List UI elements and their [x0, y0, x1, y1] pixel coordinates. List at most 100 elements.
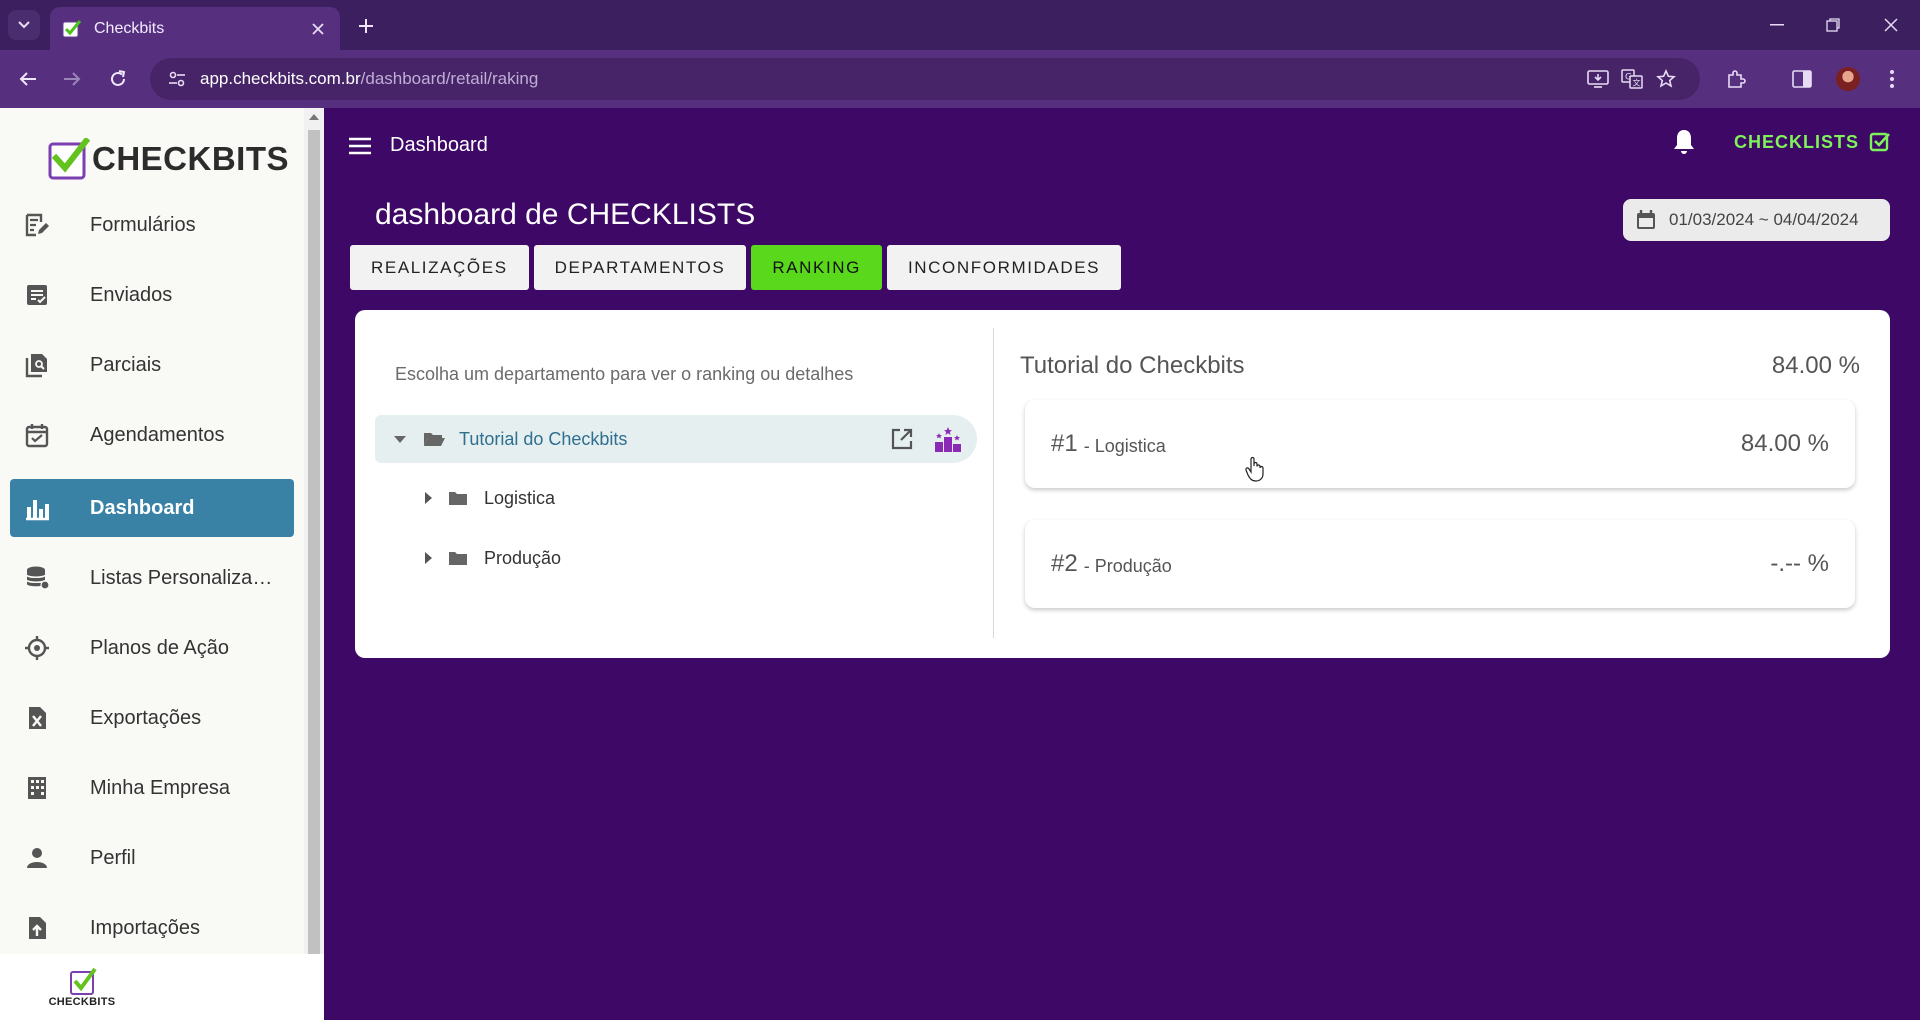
sidebar-item-label: Parciais [90, 353, 162, 376]
browser-toolbar: app.checkbits.com.br/dashboard/retail/ra… [0, 50, 1920, 108]
folder-open-icon [423, 430, 445, 448]
sidebar-item-label: Perfil [90, 846, 136, 869]
checkbits-logo-icon [70, 967, 97, 995]
tree-root-node[interactable]: Tutorial do Checkbits [375, 415, 977, 463]
avatar [1836, 67, 1860, 91]
scrollbar-thumb[interactable] [308, 130, 320, 966]
browser-menu-button[interactable] [1876, 63, 1908, 95]
footer-logo-text: CHECKBITS [48, 996, 116, 1008]
sidebar-item-planos-de-acao[interactable]: Planos de Ação [10, 619, 294, 677]
close-window-button[interactable] [1866, 10, 1916, 40]
forward-button[interactable] [56, 63, 88, 95]
back-button[interactable] [12, 63, 44, 95]
scroll-up-arrow-icon[interactable] [309, 114, 319, 120]
ranking-title: Tutorial do Checkbits [1020, 352, 1245, 379]
hamburger-icon [349, 137, 371, 155]
caret-right-icon[interactable] [425, 492, 432, 504]
ranking-value: -.-- % [1770, 550, 1829, 577]
sidebar-item-label: Enviados [90, 283, 173, 306]
address-bar[interactable]: app.checkbits.com.br/dashboard/retail/ra… [150, 58, 1700, 100]
building-icon [22, 773, 52, 803]
checkbits-favicon-icon [62, 19, 82, 37]
install-app-icon[interactable] [1582, 63, 1614, 95]
minimize-window-button[interactable] [1752, 10, 1802, 40]
reload-button[interactable] [102, 63, 134, 95]
site-info-icon[interactable] [162, 64, 192, 94]
minimize-icon [1770, 24, 1784, 26]
tree-node-producao[interactable]: Produção [425, 538, 561, 578]
sidebar-item-label: Exportações [90, 706, 202, 729]
ranking-entry[interactable]: #2 - Produção -.-- % [1025, 520, 1855, 608]
restore-window-button[interactable] [1808, 10, 1858, 40]
tab-title: Checkbits [94, 19, 165, 37]
bar-chart-icon [22, 493, 52, 523]
sidebar-item-exportacoes[interactable]: Exportações [10, 689, 294, 747]
profile-button[interactable] [1832, 63, 1864, 95]
open-external-button[interactable] [885, 422, 919, 456]
ranking-entry[interactable]: #1 - Logistica 84.00 % [1025, 400, 1855, 488]
caret-down-icon[interactable] [394, 435, 406, 443]
podium-stars-icon [935, 427, 961, 452]
notifications-button[interactable] [1668, 126, 1700, 158]
translate-icon[interactable]: G文 [1616, 63, 1648, 95]
ranking-department: - Produção [1083, 555, 1172, 576]
side-panel-icon [1792, 70, 1812, 88]
partial-docs-icon [22, 350, 52, 380]
sidebar-item-perfil[interactable]: Perfil [10, 829, 294, 887]
panel-divider [993, 328, 994, 638]
checkbits-logo-icon [48, 138, 90, 180]
tab-ranking[interactable]: RANKING [751, 245, 882, 290]
tree-node-label: Logistica [484, 487, 556, 508]
sidebar-item-importacoes[interactable]: Importações [10, 899, 294, 957]
close-tab-icon[interactable] [308, 19, 328, 39]
hamburger-menu-button[interactable] [346, 132, 374, 160]
tab-search-button[interactable] [8, 10, 40, 40]
footer-logo: CHECKBITS [49, 966, 116, 1008]
side-panel-button[interactable] [1786, 63, 1818, 95]
sidebar-item-label: Dashboard [90, 496, 195, 519]
ranking-podium-button[interactable] [931, 422, 965, 456]
arrow-left-icon [19, 72, 36, 86]
browser-tab[interactable]: Checkbits [50, 7, 340, 50]
sidebar-item-label: Formulários [90, 213, 196, 236]
tab-realizacoes[interactable]: REALIZAÇÕES [350, 245, 529, 290]
tab-departamentos[interactable]: DEPARTAMENTOS [533, 245, 747, 290]
sidebar-item-label: Importações [90, 916, 201, 939]
sidebar-item-label: Listas Personalizadas [90, 566, 280, 589]
calendar-check-icon [22, 420, 52, 450]
caret-right-icon[interactable] [425, 552, 432, 564]
date-range-text: 01/03/2024 ~ 04/04/2024 [1669, 210, 1859, 229]
date-range-picker[interactable]: 01/03/2024 ~ 04/04/2024 [1623, 199, 1890, 241]
person-icon [22, 843, 52, 873]
database-icon [22, 563, 52, 593]
url-text: app.checkbits.com.br/dashboard/retail/ra… [200, 69, 538, 89]
sidebar-item-formularios[interactable]: Formulários [10, 196, 294, 254]
logo-text: CHECKBITS [92, 140, 290, 177]
sidebar-item-minha-empresa[interactable]: Minha Empresa [10, 759, 294, 817]
arrow-right-icon [64, 72, 81, 86]
checkbits-logo[interactable]: CHECKBITS [48, 134, 289, 184]
svg-text:文: 文 [1633, 78, 1641, 88]
sidebar-item-enviados[interactable]: Enviados [10, 266, 294, 324]
sidebar-item-agendamentos[interactable]: Agendamentos [10, 406, 294, 464]
sidebar-item-listas-personalizadas[interactable]: Listas Personalizadas [10, 549, 294, 607]
sidebar-item-label: Minha Empresa [90, 776, 231, 799]
sidebar-item-parciais[interactable]: Parciais [10, 336, 294, 394]
sidebar-scrollbar[interactable] [304, 108, 324, 1020]
department-hint: Escolha um departamento para ver o ranki… [395, 364, 854, 384]
tree-node-logistica[interactable]: Logistica [425, 478, 555, 518]
sidebar-item-dashboard[interactable]: Dashboard [10, 479, 294, 537]
folder-icon [448, 550, 468, 566]
excel-file-icon [22, 703, 52, 733]
ranking-card: Escolha um departamento para ver o ranki… [355, 310, 1890, 658]
new-tab-button[interactable] [352, 12, 380, 40]
browser-tab-bar: Checkbits [0, 0, 1920, 50]
extensions-button[interactable] [1720, 63, 1752, 95]
bookmark-star-icon[interactable] [1650, 63, 1682, 95]
folder-icon [448, 490, 468, 506]
tab-inconformidades[interactable]: INCONFORMIDADES [886, 245, 1122, 290]
tree-node-label: Produção [484, 547, 562, 568]
checklists-link[interactable]: CHECKLISTS [1734, 128, 1891, 156]
sidebar-item-label: Planos de Ação [90, 636, 229, 659]
hand-cursor-icon [1245, 456, 1264, 482]
